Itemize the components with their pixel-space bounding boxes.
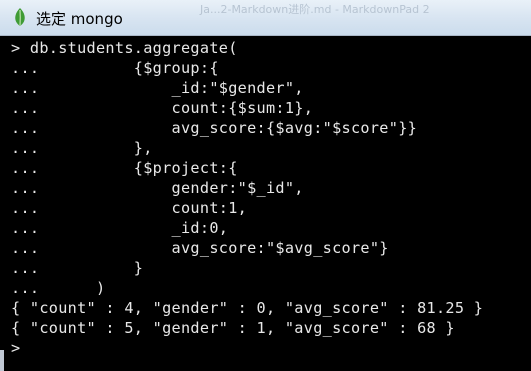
background-window-title: Ja...2-Markdown进阶.md - MarkdownPad 2 xyxy=(200,3,430,16)
console-line: ... {$group:{ xyxy=(11,59,219,77)
window-titlebar[interactable]: Ja...2-Markdown进阶.md - MarkdownPad 2 选定 … xyxy=(0,0,531,36)
console-line: ... avg_score:"$avg_score"} xyxy=(11,239,389,257)
console-line: ... count:1, xyxy=(11,199,248,217)
console-line: > db.students.aggregate( xyxy=(11,39,238,57)
console-line: ... count:{$sum:1}, xyxy=(11,99,314,117)
console-line: ... _id:0, xyxy=(11,219,229,237)
console-line: ... ) xyxy=(11,279,106,297)
console-line: ... } xyxy=(11,259,144,277)
window-title: 选定 mongo xyxy=(36,10,123,28)
console-output[interactable]: > db.students.aggregate( ... {$group:{ .… xyxy=(0,36,531,371)
input-prompt[interactable]: > xyxy=(11,338,20,358)
console-line: ... avg_score:{$avg:"$score"}} xyxy=(11,119,418,137)
window-edge xyxy=(0,350,4,371)
mongodb-leaf-icon xyxy=(15,8,25,26)
console-line: ... gender:"$_id", xyxy=(11,179,304,197)
result-line: { "count" : 4, "gender" : 0, "avg_score"… xyxy=(11,299,484,317)
console-line: ... _id:"$gender", xyxy=(11,79,304,97)
result-line: { "count" : 5, "gender" : 1, "avg_score"… xyxy=(11,319,455,337)
console-line: ... {$project:{ xyxy=(11,159,238,177)
console-line: ... }, xyxy=(11,139,153,157)
